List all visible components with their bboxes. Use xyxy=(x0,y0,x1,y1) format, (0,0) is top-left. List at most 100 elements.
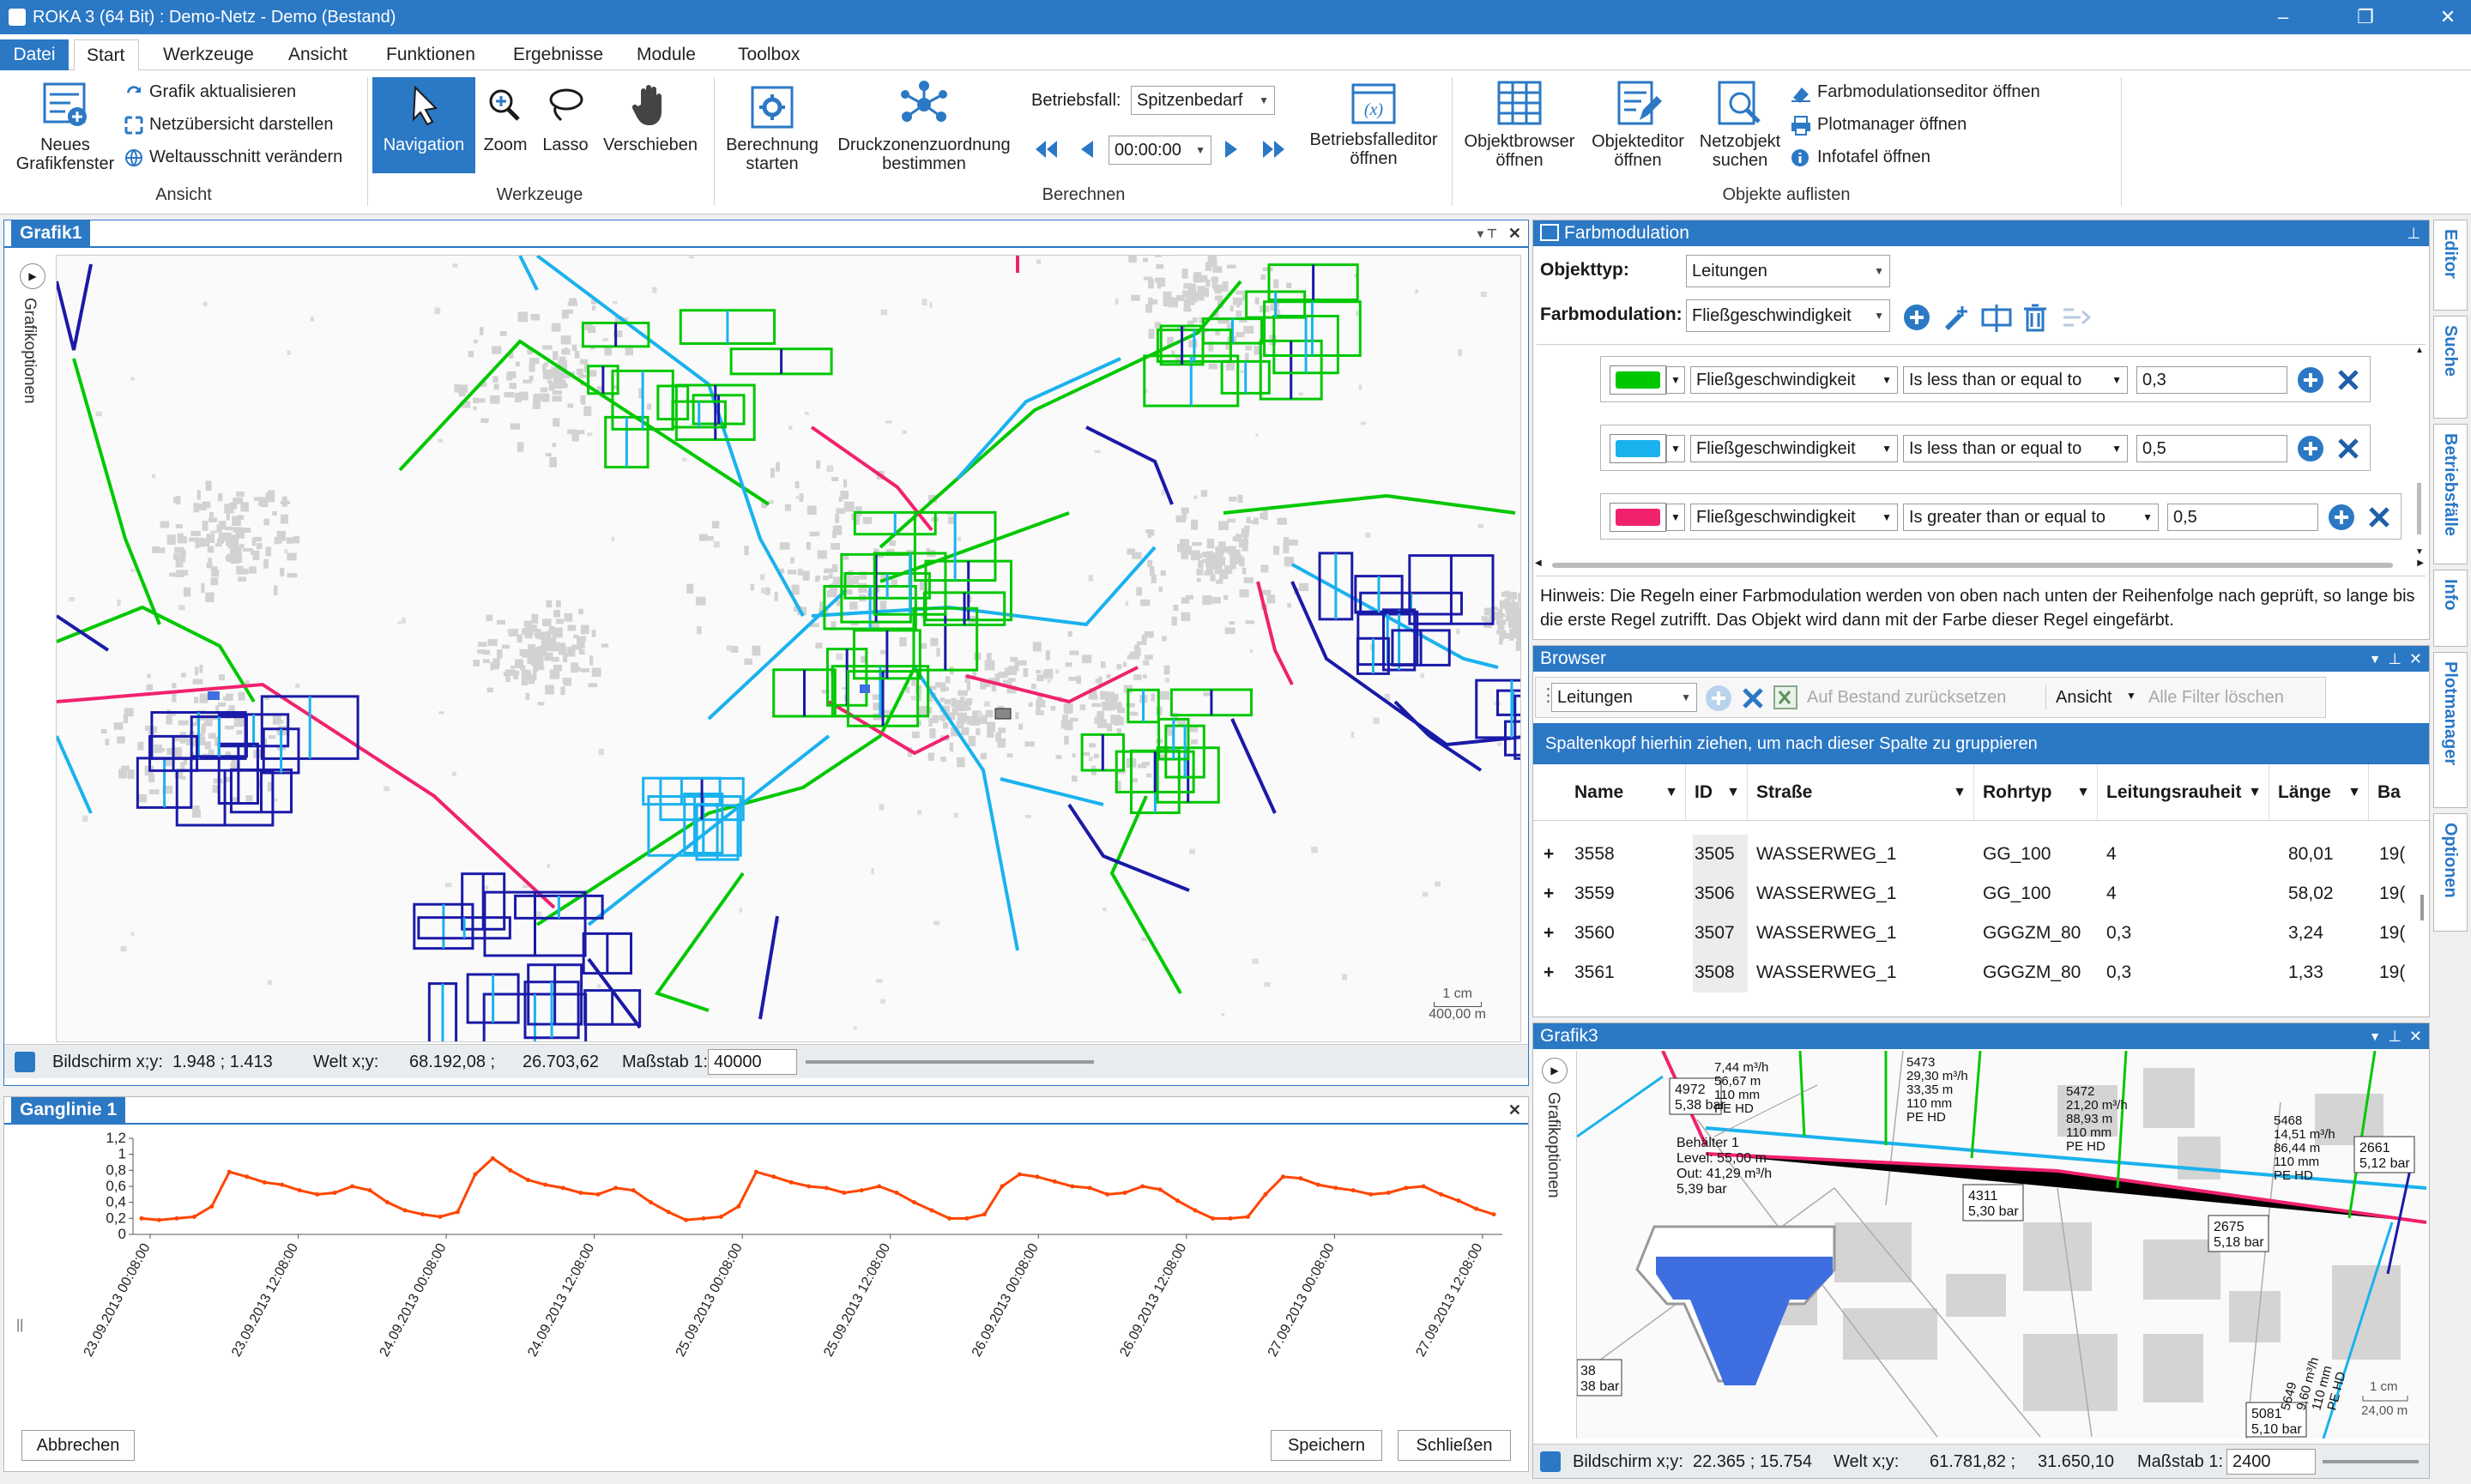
clear-filters-button[interactable]: Alle Filter löschen xyxy=(2148,688,2284,708)
add-filter-icon[interactable] xyxy=(1704,684,1733,713)
col-leitungsrauheit[interactable]: Leitungsrauheit ▼ xyxy=(2098,764,2269,821)
farbmod-editor-button[interactable]: Farbmodulationseditor öffnen xyxy=(1790,79,2040,105)
tab-werkzeuge[interactable]: Werkzeuge xyxy=(151,39,266,70)
close-icon[interactable]: ✕ xyxy=(2409,646,2422,672)
remove-icon[interactable] xyxy=(2335,367,2361,393)
start-calculation-button[interactable]: Berechnung starten xyxy=(719,84,825,173)
close-icon[interactable]: ✕ xyxy=(1508,1097,1521,1123)
last-frame-icon[interactable] xyxy=(1261,139,1287,160)
col-name[interactable]: Name ▼ xyxy=(1566,764,1686,821)
world-extent-button[interactable]: Weltausschnitt verändern xyxy=(124,144,342,170)
color-swatch[interactable] xyxy=(1610,503,1666,532)
tab-funktionen[interactable]: Funktionen xyxy=(374,39,487,70)
rule-operator-select[interactable]: Is less than or equal to ▼ xyxy=(1903,435,2128,462)
cancel-button[interactable]: Abbrechen xyxy=(21,1430,135,1461)
expand-row-icon[interactable]: + xyxy=(1544,874,1554,914)
excel-icon[interactable] xyxy=(1773,685,1798,710)
table-row[interactable]: +3558 3505 WASSERWEG_1 GG_100 4 80,01 19( xyxy=(1533,835,2427,874)
browser-type-select[interactable]: Leitungen ▼ xyxy=(1551,683,1697,712)
remove-icon[interactable] xyxy=(2335,436,2361,461)
edit-rule-icon[interactable] xyxy=(1942,303,1971,332)
remove-filter-icon[interactable] xyxy=(1740,685,1766,711)
scale-input[interactable]: 2400 xyxy=(2226,1449,2316,1475)
horizontal-scrollbar[interactable]: ◀ ▶ xyxy=(1535,558,2424,572)
next-frame-icon[interactable] xyxy=(1222,139,1242,160)
add-icon[interactable] xyxy=(1902,303,1931,332)
new-graphic-window-button[interactable]: Neues Grafikfenster xyxy=(7,79,124,173)
close-icon[interactable]: ✕ xyxy=(2409,1023,2422,1049)
expand-row-icon[interactable]: + xyxy=(1544,914,1554,953)
table-row[interactable]: +3561 3508 WASSERWEG_1 GGGZM_80 0,3 1,33 19( xyxy=(1533,953,2427,992)
table-row[interactable]: +3559 3506 WASSERWEG_1 GG_100 4 58,02 19( xyxy=(1533,874,2427,914)
tab-start[interactable]: Start xyxy=(74,39,139,71)
save-button[interactable]: Speichern xyxy=(1271,1430,1382,1461)
side-tab-info[interactable]: Info xyxy=(2433,570,2468,647)
chevron-down-icon[interactable]: ▼ xyxy=(1666,504,1685,531)
add-icon[interactable] xyxy=(2296,434,2325,463)
chevron-down-icon[interactable]: ▼ xyxy=(1666,366,1685,394)
network-overview-button[interactable]: Netzübersicht darstellen xyxy=(124,112,334,137)
rule-value-input[interactable]: 0,5 xyxy=(2167,504,2318,531)
pin-icon[interactable]: ⊥ xyxy=(2388,646,2402,672)
expand-options-icon[interactable]: ▶ xyxy=(1542,1058,1568,1083)
restore-icon[interactable]: ❐ xyxy=(2335,3,2395,31)
side-tab-editor[interactable]: Editor xyxy=(2433,220,2468,311)
add-icon[interactable] xyxy=(2296,365,2325,395)
remove-icon[interactable] xyxy=(2366,504,2392,530)
expand-options-icon[interactable]: ▶ xyxy=(20,263,45,289)
object-browser-button[interactable]: Objektbrowser öffnen xyxy=(1457,79,1582,170)
col-ba[interactable]: Ba xyxy=(2369,764,2429,821)
scale-input[interactable]: 40000 xyxy=(708,1049,797,1075)
close-icon[interactable]: ✕ xyxy=(1508,220,1521,246)
object-editor-button[interactable]: Objekteditor öffnen xyxy=(1584,79,1692,170)
pin-icon[interactable]: ⊥ xyxy=(2407,220,2420,246)
view-menu[interactable]: Ansicht xyxy=(2056,688,2112,708)
tab-ergebnisse[interactable]: Ergebnisse xyxy=(501,39,615,70)
col-rohrtyp[interactable]: Rohrtyp ▼ xyxy=(1974,764,2098,821)
plotmanager-button[interactable]: Plotmanager öffnen xyxy=(1790,112,1967,137)
rule-field-select[interactable]: Fließgeschwindigkeit ▼ xyxy=(1690,366,1898,394)
tab-module[interactable]: Module xyxy=(625,39,708,70)
refresh-graphic-button[interactable]: Grafik aktualisieren xyxy=(124,79,296,105)
rule-operator-select[interactable]: Is less than or equal to ▼ xyxy=(1903,366,2128,394)
rule-value-input[interactable]: 0,3 xyxy=(2136,366,2287,394)
zoom-tool-button[interactable]: Zoom xyxy=(477,82,534,154)
grafik1-options-strip[interactable]: ▶ Grafikoptionen xyxy=(8,255,56,1044)
grafik3-options-strip[interactable]: ▶ Grafikoptionen xyxy=(1535,1051,1576,1439)
rule-field-select[interactable]: Fließgeschwindigkeit ▼ xyxy=(1690,435,1898,462)
pressure-zone-button[interactable]: Druckzonenzuordnung bestimmen xyxy=(829,79,1019,173)
table-scrollbar[interactable] xyxy=(2420,895,2424,920)
close-icon[interactable]: ✕ xyxy=(2418,3,2471,31)
chevron-down-icon[interactable]: ▼ xyxy=(1666,435,1685,462)
scale-slider[interactable] xyxy=(2323,1460,2419,1463)
scale-slider[interactable] xyxy=(806,1060,1094,1064)
reset-button[interactable]: Auf Bestand zurücksetzen xyxy=(1807,688,2006,708)
pin-icon[interactable]: ⊥ xyxy=(2388,1023,2402,1049)
side-tab-suche[interactable]: Suche xyxy=(2433,316,2468,419)
close-button[interactable]: Schließen xyxy=(1398,1430,1511,1461)
previous-frame-icon[interactable] xyxy=(1076,139,1097,160)
col-id[interactable]: ID ▼ xyxy=(1686,764,1748,821)
color-swatch[interactable] xyxy=(1610,365,1666,395)
search-object-button[interactable]: Netzobjekt suchen xyxy=(1694,79,1786,170)
dropdown-icon[interactable]: ▼ xyxy=(2369,1023,2381,1049)
col-laenge[interactable]: Länge ▼ xyxy=(2269,764,2369,821)
side-tab-plotmanager[interactable]: Plotmanager xyxy=(2433,652,2468,808)
chevron-down-icon[interactable]: ▼ xyxy=(2126,690,2136,702)
add-icon[interactable] xyxy=(2327,503,2356,532)
betriebsfall-select[interactable]: Spitzenbedarf ▼ xyxy=(1131,86,1275,115)
trash-icon[interactable] xyxy=(2021,303,2050,332)
network-map[interactable]: 1 cm 400,00 m xyxy=(56,255,1521,1042)
first-frame-icon[interactable] xyxy=(1033,139,1059,160)
ganglinie-chart[interactable]: 00,20,40,60,811,2 23.09.2013 00:08:00 23.0… xyxy=(13,1131,1523,1415)
side-tab-betriebsfaelle[interactable]: Betriebsfälle xyxy=(2433,424,2468,564)
grafik1-tab[interactable]: Grafik1 xyxy=(11,220,91,246)
rule-value-input[interactable]: 0,5 xyxy=(2136,435,2287,462)
expand-row-icon[interactable]: + xyxy=(1544,953,1554,992)
vertical-scrollbar[interactable]: ▲ ▼ xyxy=(2414,346,2426,557)
rule-field-select[interactable]: Fließgeschwindigkeit ▼ xyxy=(1690,504,1898,531)
infotafel-button[interactable]: Infotafel öffnen xyxy=(1790,144,1930,170)
color-swatch[interactable] xyxy=(1610,434,1666,463)
time-select[interactable]: 00:00:00 ▼ xyxy=(1109,136,1211,165)
farbmod-select[interactable]: Fließgeschwindigkeit ▼ xyxy=(1686,299,1890,332)
